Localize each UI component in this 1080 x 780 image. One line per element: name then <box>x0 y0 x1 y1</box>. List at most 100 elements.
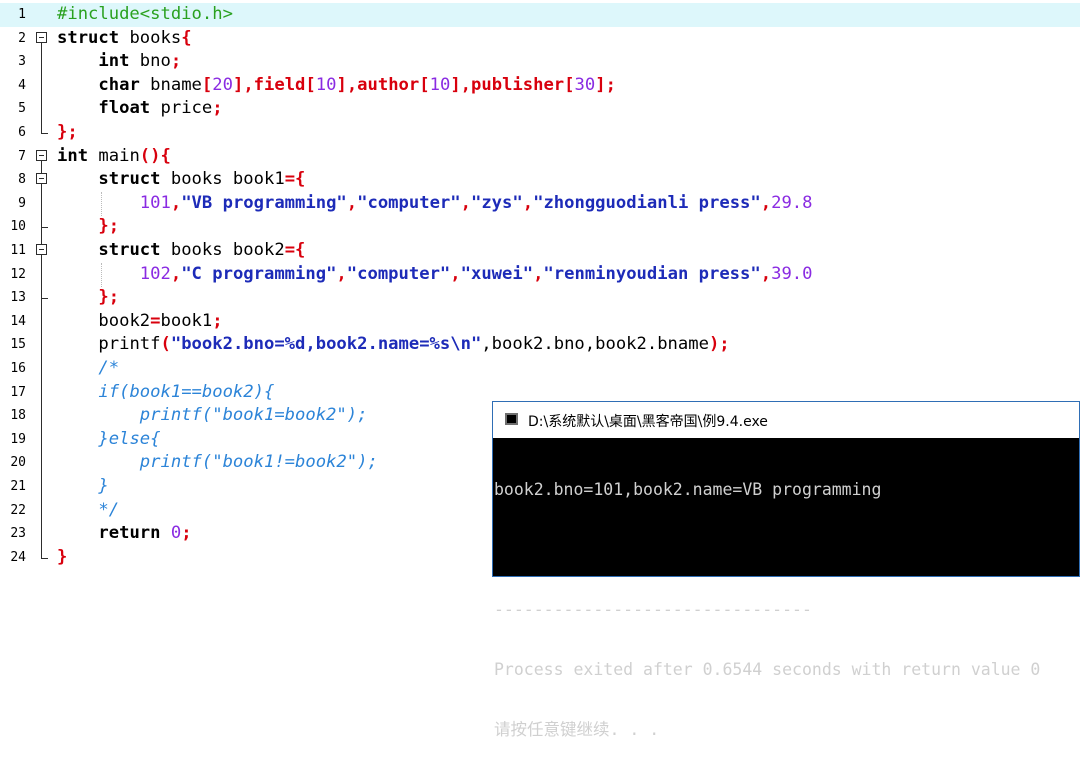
code-line[interactable]: 5 float price; <box>0 97 1080 122</box>
fold-end-guide <box>36 215 52 240</box>
fold-guide <box>36 357 52 381</box>
fold-guide <box>36 73 52 98</box>
code-text: int bno; <box>98 51 182 72</box>
code-line[interactable]: 12 102,"C programming","computer","xuwei… <box>0 262 1080 287</box>
line-number: 24 <box>10 549 26 565</box>
code-line[interactable]: 2 struct books{ <box>0 27 1080 51</box>
indent-guide <box>101 192 102 216</box>
line-number: 15 <box>10 337 26 353</box>
fold-guide <box>36 427 52 452</box>
code-line[interactable]: 8 struct books book1={ <box>0 168 1080 193</box>
line-number: 1 <box>18 7 26 22</box>
line-number: 20 <box>10 455 26 471</box>
code-text: struct books{ <box>57 27 192 48</box>
code-text: } <box>98 476 109 496</box>
code-line[interactable]: 16 /* <box>0 357 1080 381</box>
line-number: 6 <box>18 125 26 140</box>
line-number: 18 <box>10 408 26 424</box>
code-text: struct books book2={ <box>98 240 306 260</box>
line-number: 8 <box>18 172 26 188</box>
line-number: 2 <box>18 30 26 46</box>
console-line-prompt: 请按任意键继续. . . <box>493 720 1079 740</box>
console-title: D:\系统默认\桌面\黑客帝国\例9.4.exe <box>528 414 768 430</box>
code-text: }else{ <box>98 428 161 449</box>
console-window[interactable]: D:\系统默认\桌面\黑客帝国\例9.4.exe book2.bno=101,b… <box>492 401 1080 739</box>
code-text: }; <box>57 122 78 142</box>
line-number: 13 <box>10 290 26 306</box>
console-title-bar[interactable]: D:\系统默认\桌面\黑客帝国\例9.4.exe <box>493 402 1079 438</box>
console-line: -------------------------------- <box>494 600 812 619</box>
code-line[interactable]: 14 book2=book1; <box>0 309 1080 334</box>
line-number: 9 <box>18 195 26 211</box>
fold-guide <box>36 451 52 476</box>
fold-guide <box>36 333 52 358</box>
fold-guide <box>36 380 52 405</box>
code-text: int main(){ <box>57 145 171 166</box>
code-line[interactable]: 7 int main(){ <box>0 145 1080 169</box>
fold-end-guide <box>36 545 52 570</box>
code-text: if(book1==book2){ <box>98 381 275 402</box>
fold-guide <box>36 191 52 216</box>
line-number: 7 <box>18 148 26 164</box>
cursor-icon <box>675 731 686 735</box>
code-text: #include<stdio.h> <box>57 4 233 24</box>
code-line[interactable]: 3 int bno; <box>0 50 1080 75</box>
fold-toggle-icon[interactable] <box>36 145 52 169</box>
fold-end-guide <box>36 121 52 145</box>
fold-guide <box>36 309 52 334</box>
code-text: float price; <box>98 98 223 119</box>
code-text: 101,"VB programming","computer","zys","z… <box>139 192 813 213</box>
code-line[interactable]: 4 char bname[20],field[10],author[10],pu… <box>0 73 1080 98</box>
code-text: 102,"C programming","computer","xuwei","… <box>139 263 813 284</box>
fold-guide <box>36 475 52 499</box>
console-prompt-text: 请按任意键继续. . . <box>494 720 670 739</box>
code-text: char bname[20],field[10],author[10],publ… <box>98 74 616 95</box>
line-number: 4 <box>18 77 26 93</box>
code-text: } <box>57 546 68 567</box>
code-text: book2=book1; <box>98 310 223 331</box>
fold-toggle-icon[interactable] <box>36 27 52 51</box>
code-line[interactable]: 13 }; <box>0 286 1080 311</box>
fold-toggle-icon[interactable] <box>36 239 52 263</box>
code-text: }; <box>98 287 120 308</box>
line-number: 21 <box>10 479 26 494</box>
code-line[interactable]: 9 101,"VB programming","computer","zys",… <box>0 191 1080 216</box>
line-number: 11 <box>10 243 26 258</box>
fold-guide <box>36 404 52 429</box>
code-text: }; <box>98 216 120 237</box>
fold-guide <box>36 522 52 547</box>
line-number: 10 <box>10 219 26 235</box>
code-text: return 0; <box>98 523 192 544</box>
indent-guide <box>101 263 102 287</box>
fold-guide <box>36 498 52 523</box>
line-number: 3 <box>18 54 26 70</box>
console-output[interactable]: book2.bno=101,book2.name=VB programming … <box>493 440 1079 780</box>
code-line[interactable]: 1 #include<stdio.h> <box>0 3 1080 27</box>
code-line[interactable]: 15 printf("book2.bno=%d,book2.name=%s\n"… <box>0 333 1080 358</box>
code-text: */ <box>98 499 120 520</box>
code-line[interactable]: 11 struct books book2={ <box>0 239 1080 263</box>
fold-guide <box>36 262 52 287</box>
line-number: 17 <box>10 384 26 400</box>
line-number: 19 <box>10 431 26 447</box>
console-line: Process exited after 0.6544 seconds with… <box>494 660 1041 679</box>
line-number: 22 <box>10 502 26 518</box>
code-text: struct books book1={ <box>98 169 306 190</box>
code-text: /* <box>98 358 120 378</box>
line-number: 5 <box>18 101 26 117</box>
code-text: printf("book1!=book2"); <box>139 452 378 473</box>
code-text: printf("book2.bno=%d,book2.name=%s\n",bo… <box>98 334 730 355</box>
code-line[interactable]: 10 }; <box>0 215 1080 240</box>
console-app-icon <box>505 413 518 425</box>
fold-end-guide <box>36 286 52 311</box>
fold-guide <box>36 50 52 75</box>
code-text: printf("book1=book2"); <box>139 405 368 426</box>
line-number: 14 <box>10 313 26 329</box>
line-number: 12 <box>10 266 26 282</box>
code-line[interactable]: 6 }; <box>0 121 1080 145</box>
fold-toggle-icon[interactable] <box>36 168 52 193</box>
line-number: 23 <box>10 526 26 542</box>
line-number: 16 <box>10 361 26 376</box>
fold-guide <box>36 97 52 122</box>
